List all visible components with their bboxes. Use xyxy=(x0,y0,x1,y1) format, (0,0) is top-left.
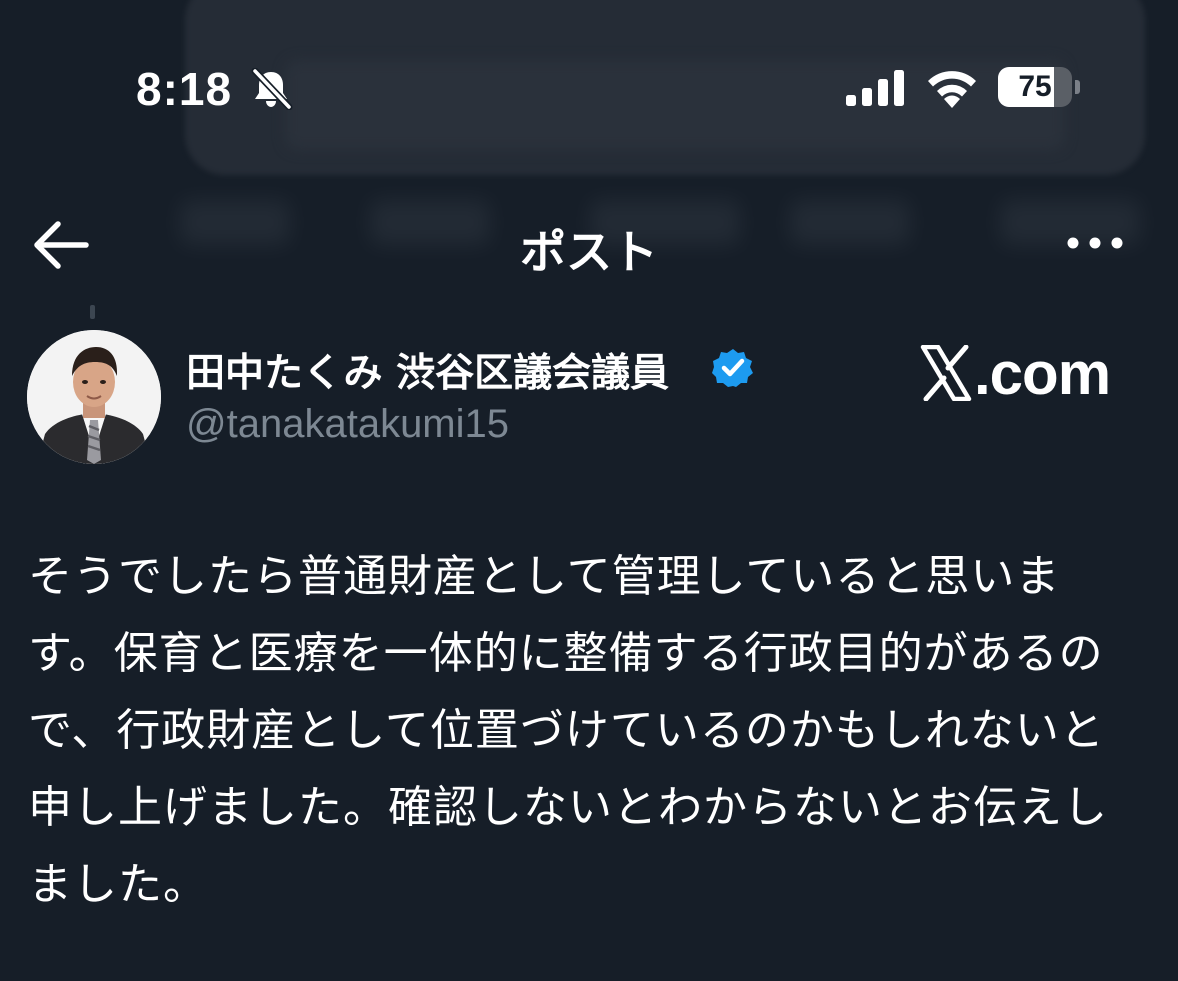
status-time: 8:18 xyxy=(136,63,233,115)
cellular-signal-icon xyxy=(846,70,904,106)
author-name[interactable]: 田中たくみ 渋谷区議会議員 xyxy=(186,342,669,398)
post-detail-screen: 8:18 75 ポスト 田中たくみ 渋谷区議会議員 @tanakatakumi1… xyxy=(0,0,1178,981)
ellipsis-icon[interactable] xyxy=(1062,225,1128,261)
avatar[interactable] xyxy=(27,330,161,464)
profile-photo-icon xyxy=(27,330,161,464)
watermark-domain: .com xyxy=(974,339,1111,407)
x-com-watermark: .com xyxy=(920,338,1120,408)
battery-body: 75 xyxy=(998,67,1072,107)
page-title: ポスト xyxy=(520,225,658,279)
wifi-icon xyxy=(928,71,976,108)
author-handle[interactable]: @tanakatakumi15 xyxy=(186,402,509,447)
verified-badge-icon[interactable] xyxy=(712,347,754,389)
x-logo-icon xyxy=(920,345,972,401)
thread-connector xyxy=(90,305,95,319)
battery-icon: 75 xyxy=(998,67,1080,107)
battery-cap xyxy=(1075,80,1080,94)
battery-level: 75 xyxy=(1018,70,1052,103)
bell-slash-icon xyxy=(251,68,293,110)
post-text: そうでしたら普通財産として管理していると思います。保育と医療を一体的に整備する行… xyxy=(28,551,1108,910)
